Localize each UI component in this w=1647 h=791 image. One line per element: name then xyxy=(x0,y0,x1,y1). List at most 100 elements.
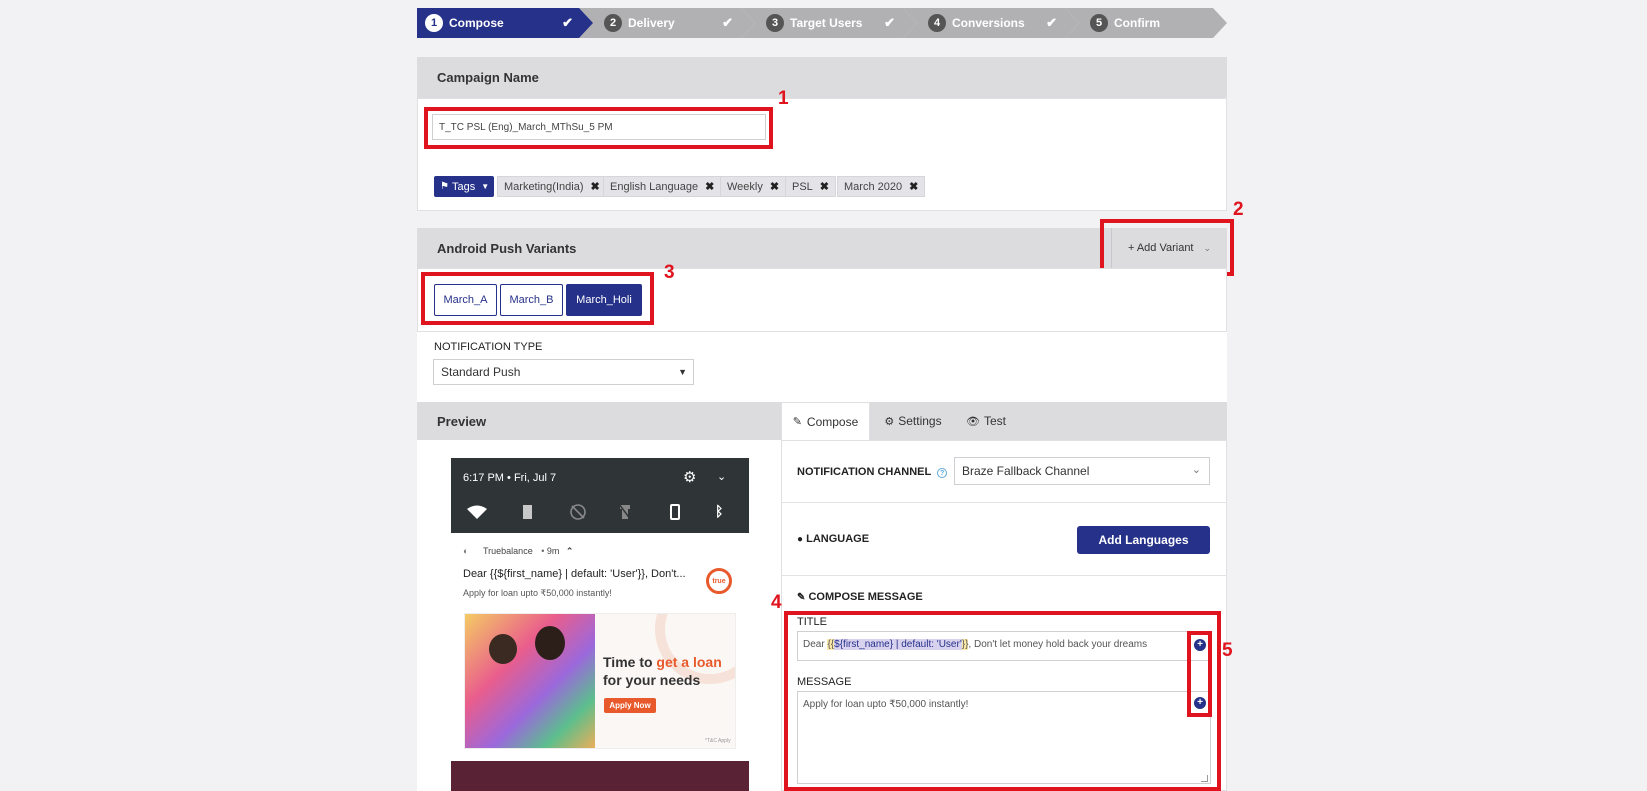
tag-chip: English Language ✖ xyxy=(603,176,722,197)
wifi-icon xyxy=(467,505,487,519)
promo-banner-image: Time to get a loan for your needs Apply … xyxy=(464,613,736,749)
select-value: Standard Push xyxy=(441,365,521,379)
remove-tag-icon[interactable]: ✖ xyxy=(820,180,829,193)
step-number: 1 xyxy=(425,14,443,32)
tags-label: Tags xyxy=(451,180,476,193)
campaign-name-header: Campaign Name xyxy=(417,57,1227,98)
section-title: Campaign Name xyxy=(437,70,539,85)
caret-down-icon: ▼ xyxy=(678,367,687,377)
step-confirm[interactable]: 5 Confirm xyxy=(1065,8,1227,38)
tag-label: March 2020 xyxy=(844,180,903,193)
tags-dropdown-button[interactable]: ⚑ Tags ▼ xyxy=(434,176,494,197)
tag-label: English Language xyxy=(610,180,699,193)
check-icon: ✔ xyxy=(562,15,573,30)
phone-next-notification xyxy=(451,761,749,791)
step-compose[interactable]: 1 Compose ✔ xyxy=(417,8,595,38)
add-languages-button[interactable]: Add Languages xyxy=(1077,526,1210,554)
preview-header: Preview xyxy=(417,402,781,440)
dnd-off-icon xyxy=(570,504,586,520)
divider xyxy=(781,502,1227,503)
add-variant-button[interactable]: + Add Variant ⌄ xyxy=(1111,228,1227,268)
phone-rotation-icon xyxy=(670,504,680,520)
bluetooth-icon: ᛒ xyxy=(715,503,724,519)
annotation-number-4: 4 xyxy=(771,592,782,613)
banner-apply-button: Apply Now xyxy=(604,698,656,713)
wizard-stepper: 1 Compose ✔ 2 Delivery ✔ 3 Target Users … xyxy=(417,8,1227,38)
battery-icon xyxy=(523,505,532,519)
variants-header: Android Push Variants xyxy=(417,228,1227,268)
tab-compose[interactable]: ✎ Compose xyxy=(781,402,870,440)
status-time: 6:17 PM • Fri, Jul 7 xyxy=(463,472,557,484)
tag-label: Marketing(India) xyxy=(504,180,584,193)
resize-handle-icon[interactable] xyxy=(1201,775,1208,782)
add-variant-label: + Add Variant xyxy=(1127,242,1194,254)
tag-icon: ⚑ xyxy=(440,181,449,192)
tag-chip: Weekly ✖ xyxy=(720,176,787,197)
divider xyxy=(781,575,1227,576)
banner-headline: Time to get a loan xyxy=(603,654,722,670)
step-label: Conversions xyxy=(952,16,1025,30)
tab-test[interactable]: 👁 Test xyxy=(956,402,1016,440)
eye-icon: 👁 xyxy=(966,415,980,428)
annotation-number-2: 2 xyxy=(1233,199,1244,220)
campaign-name-input[interactable] xyxy=(432,114,766,140)
caret-down-icon: ▼ xyxy=(481,182,490,191)
step-target-users[interactable]: 3 Target Users ✔ xyxy=(741,8,917,38)
add-personalization-icon[interactable]: + xyxy=(1194,697,1206,709)
step-label: Confirm xyxy=(1114,16,1160,30)
remove-tag-icon[interactable]: ✖ xyxy=(770,180,779,193)
message-textarea[interactable]: Apply for loan upto ₹50,000 instantly! xyxy=(797,691,1211,784)
step-label: Target Users xyxy=(790,16,863,30)
app-icon: ◐ xyxy=(463,546,469,556)
step-number: 3 xyxy=(766,14,784,32)
add-personalization-icon[interactable]: + xyxy=(1194,639,1206,651)
step-number: 4 xyxy=(928,14,946,32)
tab-settings[interactable]: ⚙ Settings xyxy=(872,402,954,440)
language-label: ● LANGUAGE xyxy=(797,533,870,545)
check-icon: ✔ xyxy=(1046,15,1057,30)
step-number: 5 xyxy=(1090,14,1108,32)
remove-tag-icon[interactable]: ✖ xyxy=(705,180,714,193)
banner-subheadline: for your needs xyxy=(603,672,701,688)
select-value: Braze Fallback Channel xyxy=(962,464,1090,478)
check-icon: ✔ xyxy=(722,15,733,30)
notification-channel-select[interactable]: Braze Fallback Channel ⌄ xyxy=(954,457,1210,485)
banner-terms: *T&C Apply xyxy=(705,738,731,744)
variant-tab-march-b[interactable]: March_B xyxy=(500,284,563,316)
truebalance-logo: true xyxy=(706,568,732,594)
variant-tab-march-a[interactable]: March_A xyxy=(434,284,497,316)
notification-title-preview: Dear {{${first_name} | default: 'User'}}… xyxy=(463,568,686,580)
banner-photo xyxy=(465,614,595,748)
remove-tag-icon[interactable]: ✖ xyxy=(909,180,918,193)
tag-label: Weekly xyxy=(727,180,763,193)
help-icon[interactable]: ? xyxy=(937,468,948,478)
step-label: Delivery xyxy=(628,16,675,30)
gear-icon: ⚙ xyxy=(683,469,697,486)
remove-tag-icon[interactable]: ✖ xyxy=(590,180,599,193)
step-number: 2 xyxy=(604,14,622,32)
globe-icon: ● xyxy=(797,534,804,545)
notification-type-select[interactable]: Standard Push ▼ xyxy=(433,359,694,385)
variant-tab-march-holi[interactable]: March_Holi xyxy=(566,284,642,316)
title-label: TITLE xyxy=(797,616,827,628)
step-label: Compose xyxy=(449,16,504,30)
tag-label: PSL xyxy=(792,180,813,193)
message-label: MESSAGE xyxy=(797,676,852,688)
check-icon: ✔ xyxy=(884,15,895,30)
tag-chip: March 2020 ✖ xyxy=(837,176,926,197)
banner-person-head xyxy=(535,626,565,660)
chevron-down-icon: ⌄ xyxy=(717,471,727,483)
annotation-number-3: 3 xyxy=(664,262,675,283)
chevron-down-icon: ⌄ xyxy=(1203,242,1212,253)
phone-status-shade: 6:17 PM • Fri, Jul 7 ⚙ ⌄ ᛒ xyxy=(451,458,749,533)
section-title: Preview xyxy=(437,413,487,429)
notification-body-preview: Apply for loan upto ₹50,000 instantly! xyxy=(463,588,612,598)
tag-chip: Marketing(India) ✖ xyxy=(497,176,607,197)
title-input[interactable]: Dear {{${first_name} | default: 'User'}}… xyxy=(797,631,1211,661)
step-delivery[interactable]: 2 Delivery ✔ xyxy=(579,8,755,38)
step-conversions[interactable]: 4 Conversions ✔ xyxy=(903,8,1079,38)
compose-message-label: ✎ COMPOSE MESSAGE xyxy=(797,591,923,603)
flashlight-off-icon xyxy=(619,504,631,520)
section-title: Android Push Variants xyxy=(437,240,577,256)
annotation-number-1: 1 xyxy=(778,88,789,109)
